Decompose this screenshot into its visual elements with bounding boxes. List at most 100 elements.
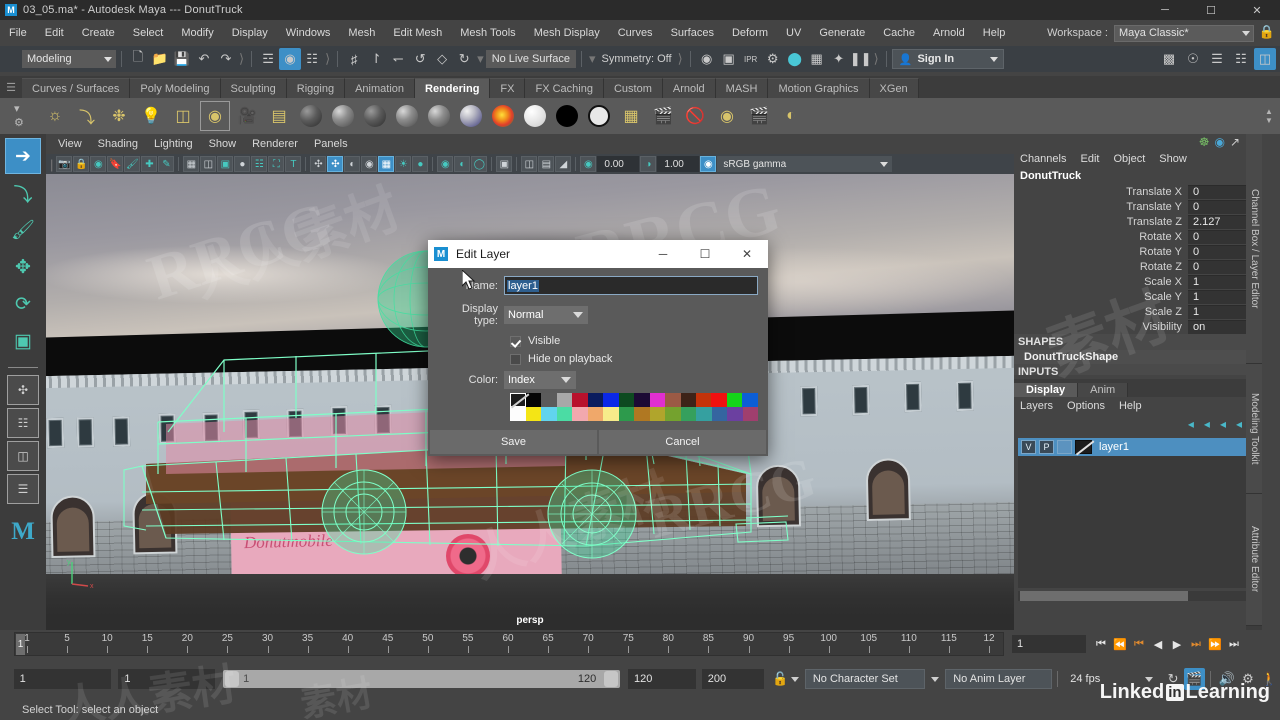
checker-texture-icon[interactable]: ▦: [616, 101, 646, 131]
render-layer-icon[interactable]: 🎬: [648, 101, 678, 131]
color-swatch-8[interactable]: [634, 393, 650, 407]
tab-attribute-editor[interactable]: Attribute Editor: [1246, 494, 1262, 626]
visible-row[interactable]: Visible: [438, 335, 758, 347]
menu-deform[interactable]: Deform: [723, 20, 777, 46]
workspace-dropdown[interactable]: Maya Classic*: [1114, 24, 1254, 42]
character-icon[interactable]: 🚶: [1259, 668, 1280, 690]
menu-display[interactable]: Display: [223, 20, 277, 46]
dialog-close-button[interactable]: ✕: [726, 240, 768, 268]
color-swatch-1[interactable]: [525, 407, 541, 421]
film-gate-icon[interactable]: ◫: [200, 156, 217, 172]
shading-map-icon[interactable]: [584, 101, 614, 131]
color-swatch-4[interactable]: [572, 393, 588, 407]
color-swatch-2[interactable]: [541, 393, 557, 407]
shelf-tab-fx[interactable]: FX: [490, 78, 526, 98]
layer-type-toggle[interactable]: [1057, 440, 1072, 454]
audio-icon[interactable]: 🔊: [1216, 668, 1237, 690]
snap-to-view-plane-icon[interactable]: ◇: [431, 48, 453, 70]
grid-icon[interactable]: ▦: [183, 156, 200, 172]
save-scene-icon[interactable]: 💾: [171, 48, 193, 70]
menu-select[interactable]: Select: [124, 20, 173, 46]
color-swatch-8[interactable]: [634, 407, 650, 421]
gamma-icon[interactable]: ◑: [640, 156, 657, 172]
step-back-frame-icon[interactable]: ⏮: [1130, 635, 1148, 653]
new-empty-layer-icon[interactable]: ◂: [1204, 417, 1210, 431]
menu-modify[interactable]: Modify: [172, 20, 222, 46]
play-backwards-icon[interactable]: ◀: [1149, 635, 1167, 653]
node-editor-icon[interactable]: ◉: [1214, 135, 1224, 149]
collapse-bracket-icon[interactable]: ⟩: [872, 51, 881, 67]
spot-light-icon[interactable]: 💡: [136, 101, 166, 131]
show-hide-channel-box-icon[interactable]: ◫: [1254, 48, 1276, 70]
animation-preferences-icon[interactable]: ⚙: [1237, 668, 1258, 690]
render-current-frame-icon[interactable]: ◉: [696, 48, 718, 70]
chevron-down-icon[interactable]: ▾: [475, 51, 486, 67]
shelf-tab-fx-caching[interactable]: FX Caching: [525, 78, 604, 98]
paint-select-tool[interactable]: 🖌: [5, 212, 41, 248]
layer-list-item[interactable]: V P layer1: [1018, 438, 1258, 456]
snap-to-grid-icon[interactable]: ♯: [343, 48, 365, 70]
chevron-down-icon[interactable]: ▾: [587, 51, 598, 67]
collapse-bracket-icon[interactable]: ⟩: [323, 51, 332, 67]
two-pane-layout[interactable]: ◫: [7, 441, 39, 471]
color-swatch-6[interactable]: [603, 393, 619, 407]
close-button[interactable]: ✕: [1234, 0, 1280, 20]
camera-icon[interactable]: 🎥: [232, 101, 262, 131]
add-selected-objects-icon[interactable]: ◂: [1220, 417, 1226, 431]
step-back-key-icon[interactable]: ⏪: [1111, 635, 1129, 653]
live-surface-field[interactable]: No Live Surface: [485, 50, 576, 68]
select-by-component-icon[interactable]: ☷: [301, 48, 323, 70]
smooth-shade-icon[interactable]: ✣: [327, 156, 344, 172]
bookmark-icon[interactable]: 🔖: [107, 156, 124, 172]
shelf-tab-arnold[interactable]: Arnold: [662, 78, 716, 98]
maximize-button[interactable]: ☐: [1188, 0, 1234, 20]
color-swatch-3[interactable]: [556, 407, 572, 421]
shade-flat-icon[interactable]: ◐: [344, 156, 361, 172]
channel-value[interactable]: 0: [1188, 259, 1248, 274]
channel-value[interactable]: 0: [1188, 244, 1248, 259]
select-by-hierarchy-icon[interactable]: ☲: [257, 48, 279, 70]
blinn-material-icon[interactable]: [328, 101, 358, 131]
dialog-minimize-button[interactable]: ─: [642, 240, 684, 268]
channel-value[interactable]: 1: [1188, 274, 1248, 289]
shelf-handle-icon[interactable]: ☰: [0, 76, 22, 98]
channel-row[interactable]: Translate Y 0: [1014, 199, 1248, 214]
shelf-scroll-arrows[interactable]: ▲ ▼: [1261, 98, 1277, 134]
color-swatch-2[interactable]: [541, 407, 557, 421]
layer-visible-toggle[interactable]: V: [1021, 440, 1036, 454]
range-start-field[interactable]: 1: [118, 669, 216, 689]
area-light-icon[interactable]: ◫: [168, 101, 198, 131]
channel-value[interactable]: 1: [1188, 289, 1248, 304]
viewport-menu-show[interactable]: Show: [201, 138, 245, 150]
phonge-material-icon[interactable]: [392, 101, 422, 131]
color-swatch-14[interactable]: [726, 393, 743, 407]
chevron-down-icon[interactable]: [791, 676, 800, 682]
lock-icon[interactable]: 🔒: [1259, 24, 1275, 40]
loop-playback-icon[interactable]: ↻: [1162, 668, 1183, 690]
menu-uv[interactable]: UV: [777, 20, 810, 46]
shelf-settings-icon[interactable]: ⚙: [14, 116, 24, 129]
current-frame-field[interactable]: 1: [1012, 635, 1086, 653]
four-view-layout[interactable]: ☷: [7, 408, 39, 438]
render-setup-icon[interactable]: 🎬: [744, 101, 774, 131]
collapse-bracket-icon[interactable]: ⟩: [676, 51, 685, 67]
shape-node-name[interactable]: DonutTruckShape: [1014, 350, 1262, 364]
text-icon[interactable]: T: [285, 156, 302, 172]
toon-shader-icon[interactable]: ◐: [776, 101, 806, 131]
color-swatch-13[interactable]: [711, 393, 727, 407]
channel-row[interactable]: Rotate Z 0: [1014, 259, 1248, 274]
image-plane-icon[interactable]: 🖌: [124, 156, 141, 172]
menu-mesh[interactable]: Mesh: [339, 20, 384, 46]
tab-display[interactable]: Display: [1014, 383, 1079, 397]
dialog-maximize-button[interactable]: ☐: [684, 240, 726, 268]
color-management-icon[interactable]: ◉: [700, 156, 717, 172]
time-cursor[interactable]: 1: [16, 634, 25, 655]
light-editor-icon[interactable]: ✦: [828, 48, 850, 70]
display-type-dropdown[interactable]: Normal: [504, 306, 588, 324]
channel-row[interactable]: Scale Y 1: [1014, 289, 1248, 304]
show-menu[interactable]: Show: [1159, 153, 1187, 165]
gamma-value[interactable]: 1.00: [657, 156, 700, 172]
tab-channel-box-layer-editor[interactable]: Channel Box / Layer Editor: [1246, 134, 1262, 364]
pause-icon[interactable]: ❚❚: [850, 48, 872, 70]
character-set-dropdown[interactable]: No Character Set: [804, 669, 926, 689]
